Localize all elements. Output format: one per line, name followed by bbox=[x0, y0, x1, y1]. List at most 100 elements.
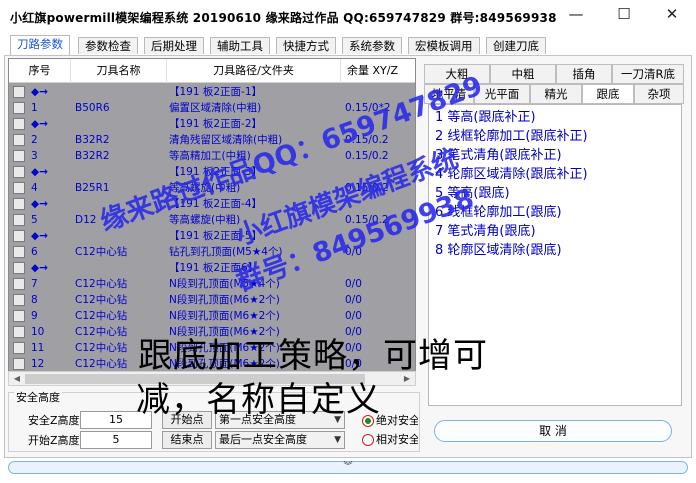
tool-name: C12中心钻 bbox=[75, 294, 128, 306]
tool-name: C12中心钻 bbox=[75, 278, 128, 290]
row-checkbox[interactable] bbox=[13, 86, 25, 98]
row-checkbox[interactable] bbox=[13, 150, 25, 162]
strategy-item[interactable]: 5 等高(跟底) bbox=[435, 184, 510, 204]
folder-marker-icon: ◆→ bbox=[31, 198, 48, 210]
strategy-item[interactable]: 6 线框轮廓加工(跟底) bbox=[435, 203, 562, 223]
close-icon[interactable]: ✕ bbox=[652, 3, 692, 25]
row-checkbox[interactable] bbox=[13, 342, 25, 354]
row-checkbox[interactable] bbox=[13, 134, 25, 146]
col-stock[interactable]: 余量 XY/Z bbox=[341, 59, 415, 83]
row-index: 12 bbox=[31, 358, 45, 370]
tab-aux-tools[interactable]: 辅助工具 bbox=[210, 37, 270, 54]
strategy-tab-one-cut[interactable]: 一刀清R底 bbox=[612, 64, 684, 84]
maximize-icon[interactable]: ☐ bbox=[604, 3, 644, 25]
caption-line-2: 减，名称自定义 bbox=[136, 380, 381, 420]
strategy-item[interactable]: 7 笔式清角(跟底) bbox=[435, 222, 536, 242]
folder-name: 【191 板2正面-2】 bbox=[169, 118, 263, 130]
table-group-row[interactable]: ◆→ 【191 板2正面-3】 bbox=[9, 164, 415, 180]
table-group-row[interactable]: ◆→ 【191 板2正面-5】 bbox=[9, 228, 415, 244]
strategy-tab-follow-bottom[interactable]: 跟底 bbox=[582, 84, 634, 104]
toolpath-name: 等高螺旋(中粗) bbox=[169, 214, 241, 226]
table-group-row[interactable]: ◆→ 【191 板2正面-2】 bbox=[9, 116, 415, 132]
table-row[interactable]: 7 C12中心钻 N段到孔顶面(M5★4个) 0/0 bbox=[9, 276, 415, 292]
absolute-safe-label: 绝对安全 bbox=[376, 414, 418, 427]
start-z-label: 开始Z高度 bbox=[28, 434, 80, 447]
row-index: 2 bbox=[31, 134, 38, 146]
col-toolpath[interactable]: 刀具路径/文件夹 bbox=[167, 59, 341, 83]
table-row[interactable]: 5 D12 等高螺旋(中粗) 0.15/0.2 bbox=[9, 212, 415, 228]
folder-marker-icon: ◆→ bbox=[31, 262, 48, 274]
tab-param-check[interactable]: 参数检查 bbox=[78, 37, 138, 54]
folder-name: 【191 板2正面6】 bbox=[169, 262, 259, 274]
row-checkbox[interactable] bbox=[13, 198, 25, 210]
strategy-item[interactable]: 3 笔式清角(跟底补正) bbox=[435, 146, 562, 166]
table-row[interactable]: 2 B32R2 清角残留区域清除(中粗) 0.15/0.2 bbox=[9, 132, 415, 148]
tab-shortcuts[interactable]: 快捷方式 bbox=[276, 37, 336, 54]
toolpath-name: 清角残留区域清除(中粗) bbox=[169, 134, 283, 146]
double-chevron-down-icon: ︾ bbox=[343, 462, 353, 472]
folder-marker-icon: ◆→ bbox=[31, 118, 48, 130]
main-tabs: 刀路参数 参数检查 后期处理 辅助工具 快捷方式 系统参数 宏模板调用 创建刀底 bbox=[4, 35, 694, 55]
folder-marker-icon: ◆→ bbox=[31, 166, 48, 178]
row-checkbox[interactable] bbox=[13, 102, 25, 114]
end-point-select[interactable]: 最后一点安全高度 ▼ bbox=[215, 431, 345, 449]
col-index[interactable]: 序号 bbox=[9, 59, 71, 83]
toolpath-name: 偏置区域清除(中粗) bbox=[169, 102, 262, 114]
row-checkbox[interactable] bbox=[13, 262, 25, 274]
strategy-tab-flat-clear[interactable]: 地平清 bbox=[424, 84, 474, 104]
strategy-tab-misc[interactable]: 杂项 bbox=[634, 84, 684, 104]
folder-name: 【191 板2正面-5】 bbox=[169, 230, 263, 242]
tab-post-process[interactable]: 后期处理 bbox=[144, 37, 204, 54]
start-z-input[interactable]: 5 bbox=[80, 431, 152, 449]
table-row[interactable]: 8 C12中心钻 N段到孔顶面(M6★2个) 0/0 bbox=[9, 292, 415, 308]
row-checkbox[interactable] bbox=[13, 230, 25, 242]
table-row[interactable]: 3 B32R2 等高精加工(中粗) 0.15/0.2 bbox=[9, 148, 415, 164]
row-checkbox[interactable] bbox=[13, 214, 25, 226]
row-index: 3 bbox=[31, 150, 38, 162]
tab-toolpath-params[interactable]: 刀路参数 bbox=[10, 35, 70, 55]
strategy-tab-finish[interactable]: 精光 bbox=[530, 84, 582, 104]
strategy-tab-flat-finish[interactable]: 光平面 bbox=[474, 84, 530, 104]
folder-marker-icon: ◆→ bbox=[31, 86, 48, 98]
table-group-row[interactable]: ◆→ 【191 板2正面6】 bbox=[9, 260, 415, 276]
strategy-item[interactable]: 2 线框轮廓加工(跟底补正) bbox=[435, 127, 588, 147]
tab-create-bottom[interactable]: 创建刀底 bbox=[486, 37, 546, 54]
row-checkbox[interactable] bbox=[13, 326, 25, 338]
table-row[interactable]: 6 C12中心钻 钻孔到孔顶面(M5★4个) 0/0 bbox=[9, 244, 415, 260]
strategy-tab-rough[interactable]: 大粗 bbox=[424, 64, 490, 84]
row-checkbox[interactable] bbox=[13, 182, 25, 194]
col-tool-name[interactable]: 刀具名称 bbox=[71, 59, 167, 83]
row-checkbox[interactable] bbox=[13, 310, 25, 322]
strategy-item[interactable]: 4 轮廓区域清除(跟底补正) bbox=[435, 165, 588, 185]
row-index: 1 bbox=[31, 102, 38, 114]
row-checkbox[interactable] bbox=[13, 294, 25, 306]
stock-allowance: 0.15/0*2 bbox=[345, 102, 391, 114]
row-checkbox[interactable] bbox=[13, 118, 25, 130]
scroll-left-icon[interactable]: ◀ bbox=[10, 372, 24, 385]
end-point-button[interactable]: 结束点 bbox=[162, 431, 212, 449]
table-row[interactable]: 1 B50R6 偏置区域清除(中粗) 0.15/0*2 bbox=[9, 100, 415, 116]
tab-macro-template[interactable]: 宏模板调用 bbox=[408, 37, 480, 54]
safe-z-label: 安全Z高度 bbox=[28, 414, 80, 427]
row-checkbox[interactable] bbox=[13, 166, 25, 178]
row-checkbox[interactable] bbox=[13, 358, 25, 370]
strategy-tab-corner[interactable]: 插角 bbox=[556, 64, 612, 84]
table-row[interactable]: 9 C12中心钻 N段到孔顶面(M6★2个) 0/0 bbox=[9, 308, 415, 324]
folder-name: 【191 板2正面-4】 bbox=[169, 198, 263, 210]
strategy-item[interactable]: 8 轮廓区域清除(跟底) bbox=[435, 241, 562, 261]
stock-allowance: 0.15/0.2 bbox=[345, 134, 389, 146]
cancel-button[interactable]: 取 消 bbox=[434, 420, 672, 442]
strategy-item[interactable]: 1 等高(跟底补正) bbox=[435, 108, 536, 128]
minimize-icon[interactable]: — bbox=[556, 3, 596, 25]
row-checkbox[interactable] bbox=[13, 278, 25, 290]
table-group-row[interactable]: ◆→ 【191 板2正面-1】 bbox=[9, 84, 415, 100]
table-group-row[interactable]: ◆→ 【191 板2正面-4】 bbox=[9, 196, 415, 212]
expand-toggle[interactable]: ︾ bbox=[8, 461, 688, 474]
table-row[interactable]: 4 B25R1 等高螺旋(中粗) 0.15/0.2 bbox=[9, 180, 415, 196]
strategy-tab-medium[interactable]: 中粗 bbox=[490, 64, 556, 84]
caption-line-1: 跟底加工策略，可增可 bbox=[138, 336, 488, 376]
folder-name: 【191 板2正面-3】 bbox=[169, 166, 263, 178]
tab-system-params[interactable]: 系统参数 bbox=[342, 37, 402, 54]
row-checkbox[interactable] bbox=[13, 246, 25, 258]
relative-safe-radio[interactable] bbox=[362, 434, 374, 446]
